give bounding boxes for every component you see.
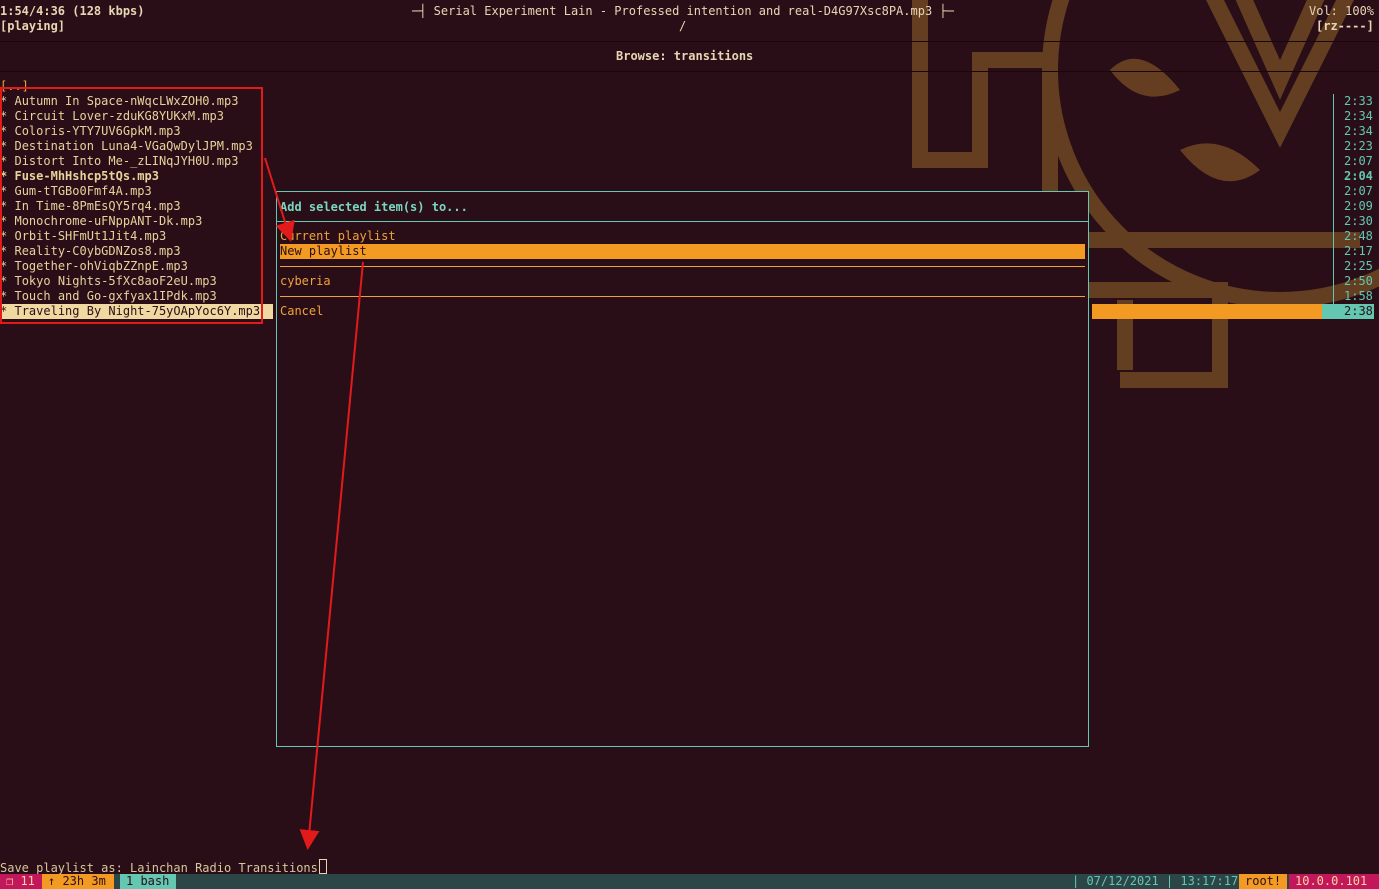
track-duration: 2:23 — [1344, 139, 1373, 153]
track-duration: 2:07 — [1344, 184, 1373, 198]
dialog-title: Add selected item(s) to... — [280, 200, 468, 214]
window-tab-bash[interactable]: 1 bash — [120, 874, 176, 889]
ip-address: 10.0.0.101 — [1289, 874, 1379, 889]
selected-row-highlight — [1092, 304, 1332, 319]
title-divider — [0, 71, 1379, 72]
track-duration: 2:34 — [1344, 124, 1373, 138]
track-duration: 2:09 — [1344, 199, 1373, 213]
track-duration: 2:07 — [1344, 154, 1373, 168]
header-divider — [0, 41, 1379, 42]
date-time: | 07/12/2021 | 13:17:17 — [1072, 874, 1239, 888]
track-duration: 2:33 — [1344, 94, 1373, 108]
track-duration: 1:58 — [1344, 289, 1373, 303]
options-separator — [280, 266, 1085, 267]
duration-column-divider — [1333, 94, 1334, 319]
option-current-playlist[interactable]: Current playlist — [280, 229, 1085, 244]
options-separator — [280, 296, 1085, 297]
track-duration: 2:34 — [1344, 109, 1373, 123]
mode-flags: [rz----] — [1316, 19, 1374, 33]
status-bar: ❐ 11 ↑ 23h 3m 1 bash | 07/12/2021 | 13:1… — [0, 874, 1379, 889]
uptime-indicator: ↑ 23h 3m — [42, 874, 114, 889]
option-cancel[interactable]: Cancel — [280, 304, 1085, 319]
option-new-playlist[interactable]: New playlist — [280, 244, 1085, 259]
annotation-box — [0, 87, 263, 324]
now-playing-title: ─┤ Serial Experiment Lain - Professed in… — [412, 4, 954, 18]
track-duration: 2:38 — [1344, 304, 1373, 318]
track-duration: 2:04 — [1344, 169, 1373, 183]
browse-title: Browse: transitions — [616, 49, 754, 63]
text-cursor — [318, 859, 327, 874]
track-duration: 2:30 — [1344, 214, 1373, 228]
track-duration: 2:25 — [1344, 259, 1373, 273]
current-path: / — [679, 19, 687, 33]
playback-time: 1:54/4:36 (128 kbps) — [0, 4, 145, 18]
dialog-title-divider — [277, 221, 1088, 222]
add-to-dialog: Add selected item(s) to... Current playl… — [276, 191, 1089, 747]
playback-state: [playing] — [0, 19, 66, 33]
option-cyberia[interactable]: cyberia — [280, 274, 1085, 289]
track-duration: 2:17 — [1344, 244, 1373, 258]
session-indicator: ❐ 11 — [0, 874, 42, 889]
user-indicator: root! — [1239, 874, 1287, 889]
terminal-window: 1:54/4:36 (128 kbps) [playing] ─┤ Serial… — [0, 0, 1379, 889]
track-duration: 2:50 — [1344, 274, 1373, 288]
volume-indicator: Vol: 100% — [1309, 4, 1375, 18]
track-duration: 2:48 — [1344, 229, 1373, 243]
prompt-text: Save playlist as: Lainchan Radio Transit… — [0, 861, 318, 875]
